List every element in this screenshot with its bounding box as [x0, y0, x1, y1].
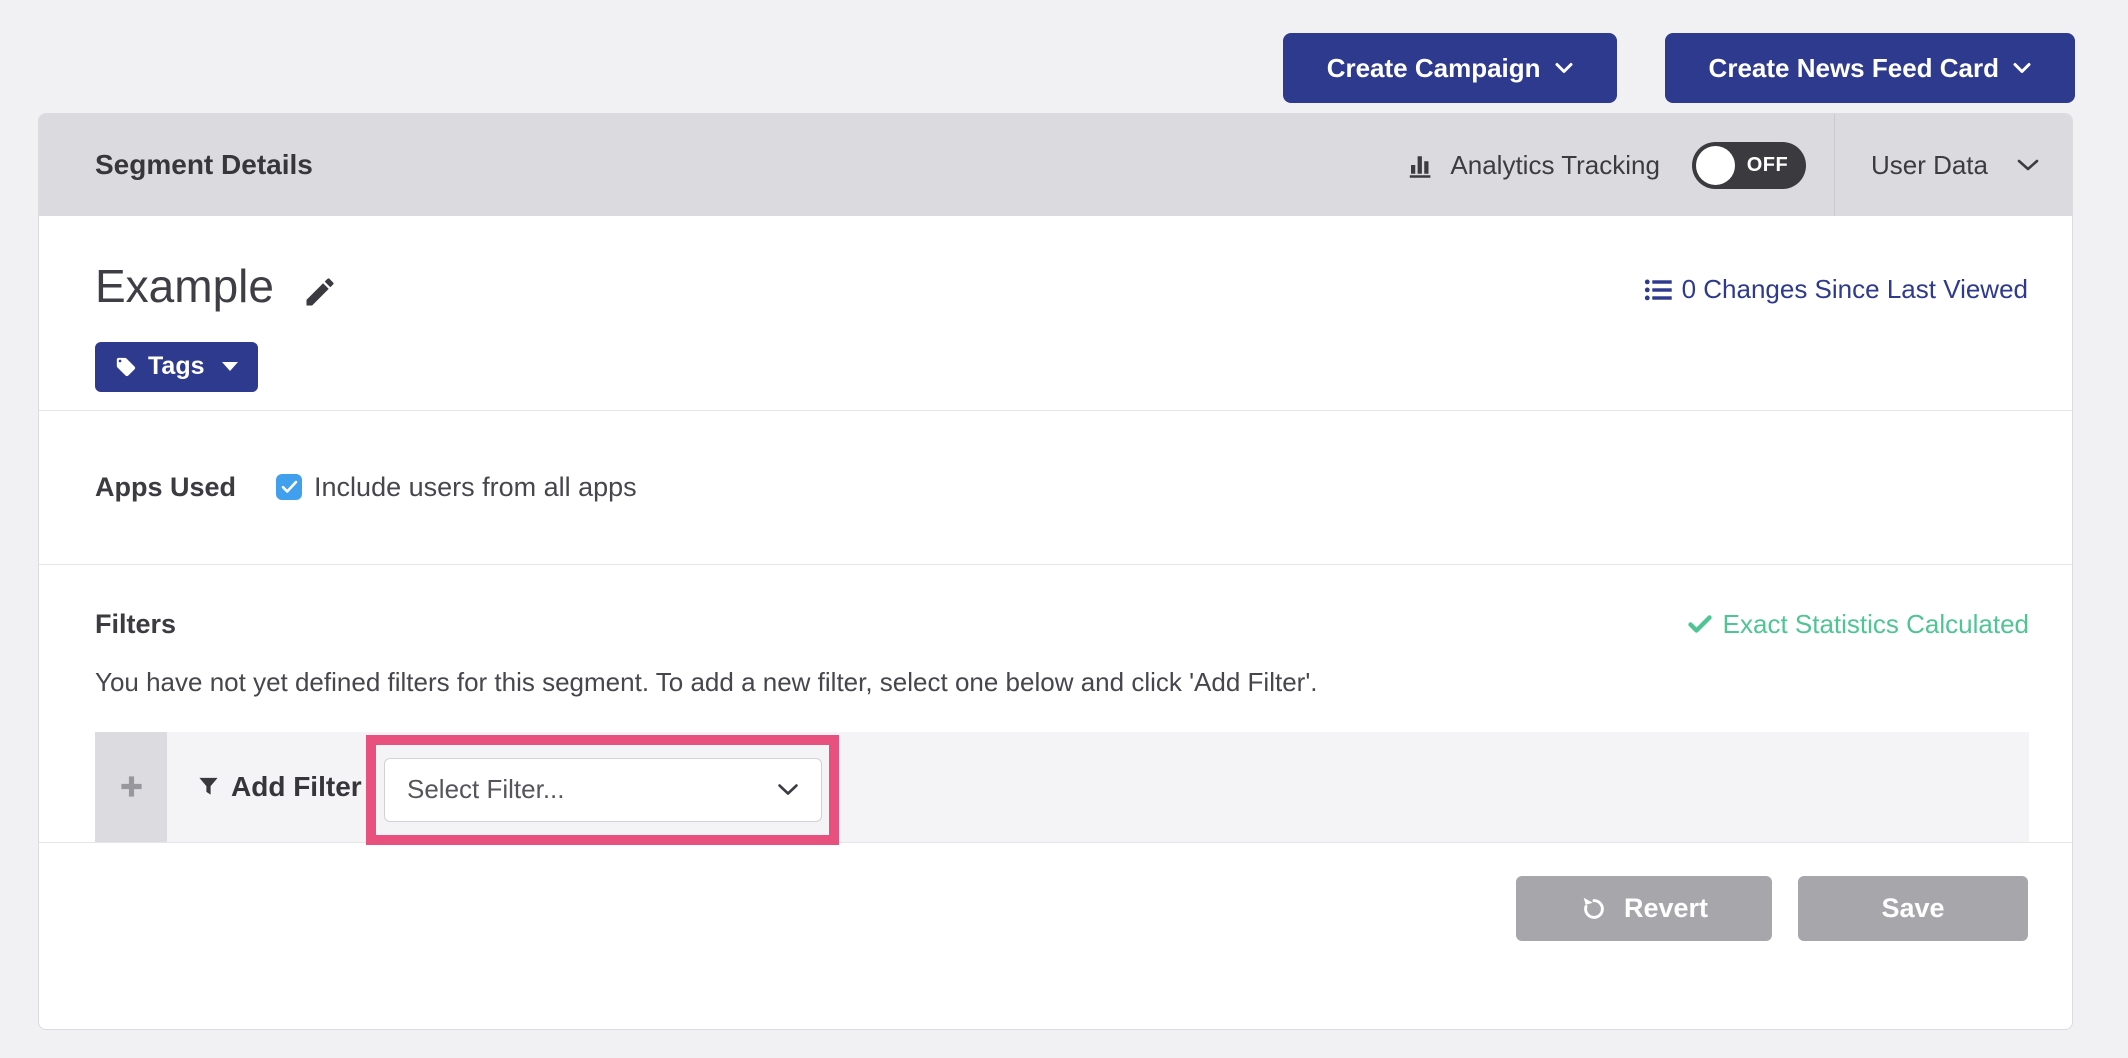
tag-icon — [115, 356, 137, 378]
segment-name-title: Example — [95, 258, 274, 316]
list-icon — [1644, 278, 1672, 302]
apps-used-section: Apps Used Include users from all apps — [39, 411, 2072, 564]
header-divider — [1834, 114, 1835, 216]
funnel-icon — [197, 775, 220, 798]
pencil-icon[interactable] — [302, 274, 338, 310]
add-filter-label: Add Filter — [231, 771, 362, 803]
save-button[interactable]: Save — [1798, 876, 2028, 941]
create-news-feed-card-label: Create News Feed Card — [1709, 53, 1999, 84]
create-campaign-button[interactable]: Create Campaign — [1283, 33, 1617, 103]
tags-button-label: Tags — [148, 352, 205, 381]
filters-section: Filters Exact Statistics Calculated You … — [39, 565, 2072, 842]
chevron-down-icon — [2013, 62, 2031, 74]
include-all-apps-label: Include users from all apps — [314, 472, 637, 503]
filter-builder-row: Add Filter Select Filter... — [95, 732, 2029, 842]
tags-button[interactable]: Tags — [95, 342, 258, 392]
include-all-apps-checkbox[interactable] — [276, 474, 302, 500]
revert-icon — [1580, 895, 1608, 923]
page-title: Segment Details — [95, 149, 313, 181]
caret-down-icon — [222, 362, 238, 371]
revert-button[interactable]: Revert — [1516, 876, 1772, 941]
toggle-knob — [1696, 146, 1735, 185]
card-header-controls: Analytics Tracking OFF User Data — [1406, 114, 2072, 216]
changes-since-link[interactable]: 0 Changes Since Last Viewed — [1644, 274, 2028, 305]
create-campaign-label: Create Campaign — [1327, 53, 1541, 84]
add-filter-group-button[interactable] — [95, 732, 167, 842]
user-data-label: User Data — [1871, 150, 1988, 181]
card-footer: Revert Save — [39, 843, 2072, 975]
create-news-feed-card-button[interactable]: Create News Feed Card — [1665, 33, 2075, 103]
save-label: Save — [1881, 893, 1944, 924]
segment-details-card: Segment Details Analytics Tracking OFF — [38, 113, 2073, 1030]
analytics-icon — [1406, 150, 1436, 180]
exact-statistics-label: Exact Statistics Calculated — [1723, 609, 2029, 640]
analytics-tracking-group: Analytics Tracking OFF — [1406, 142, 1806, 189]
chevron-down-icon — [1555, 62, 1573, 74]
user-data-dropdown[interactable]: User Data — [1871, 150, 2072, 181]
analytics-toggle[interactable]: OFF — [1692, 142, 1806, 189]
filter-select[interactable]: Select Filter... — [384, 758, 822, 822]
plus-icon — [118, 773, 145, 800]
filters-empty-text: You have not yet defined filters for thi… — [95, 667, 2029, 698]
toggle-state-label: OFF — [1747, 154, 1795, 177]
highlight-annotation: Select Filter... — [366, 735, 839, 845]
changes-since-label: 0 Changes Since Last Viewed — [1682, 274, 2028, 305]
top-action-bar: Create Campaign Create News Feed Card — [0, 33, 2075, 103]
filter-select-placeholder: Select Filter... — [407, 774, 565, 805]
check-icon — [1688, 614, 1712, 634]
card-header: Segment Details Analytics Tracking OFF — [39, 114, 2072, 216]
analytics-tracking-label: Analytics Tracking — [1450, 150, 1660, 181]
exact-statistics-status: Exact Statistics Calculated — [1688, 609, 2029, 640]
apps-used-label: Apps Used — [95, 472, 236, 503]
segment-title-section: Example 0 Changes Since Last Viewed — [39, 216, 2072, 410]
chevron-down-icon — [2016, 158, 2040, 172]
chevron-down-icon — [777, 783, 799, 796]
filters-label: Filters — [95, 609, 176, 640]
revert-label: Revert — [1624, 893, 1708, 924]
